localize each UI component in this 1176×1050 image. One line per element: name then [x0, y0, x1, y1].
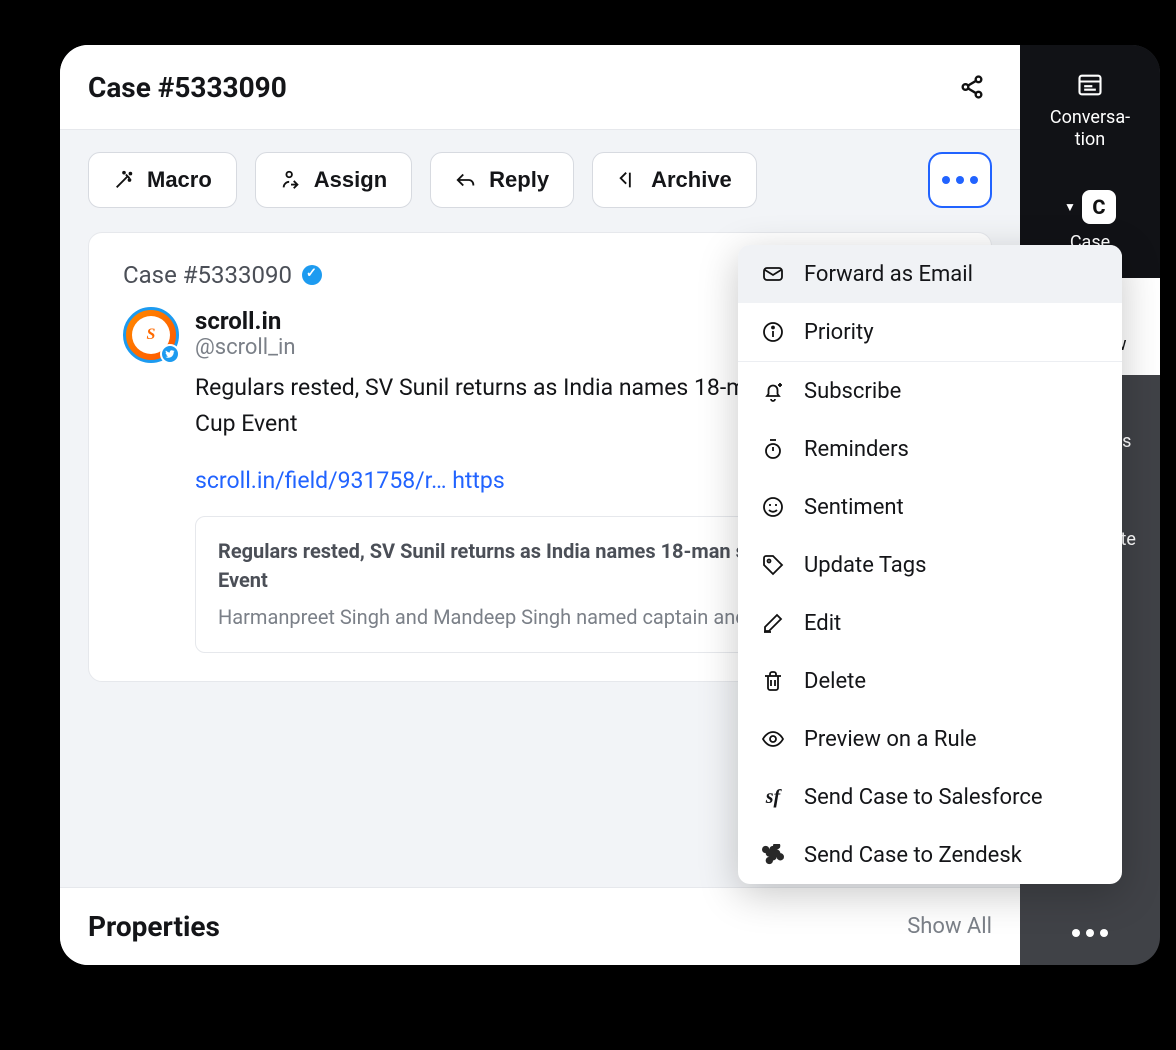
side-nav-top: Conversa- tion ▼ C Case — [1020, 45, 1160, 278]
menu-reminders[interactable]: Reminders — [738, 420, 1020, 478]
page-title: Case #5333090 — [88, 71, 287, 104]
info-icon — [760, 319, 786, 345]
menu-delete[interactable]: Delete — [738, 652, 1020, 710]
tag-icon — [760, 552, 786, 578]
case-badge-icon: C — [1082, 190, 1116, 224]
assign-button[interactable]: Assign — [255, 152, 412, 208]
menu-send-salesforce[interactable]: sf Send Case to Salesforce — [738, 768, 1020, 826]
nav-more[interactable] — [1020, 905, 1160, 965]
twitter-badge-icon — [160, 344, 180, 364]
timer-icon — [760, 436, 786, 462]
menu-send-zendesk[interactable]: Send Case to Zendesk — [738, 826, 1020, 884]
main-column: Case #5333090 Macro Assign — [60, 45, 1020, 965]
toolbar: Macro Assign Reply Archive — [60, 130, 1020, 230]
archive-button[interactable]: Archive — [592, 152, 757, 208]
reply-icon — [455, 169, 477, 191]
menu-subscribe[interactable]: Subscribe — [738, 362, 1020, 420]
reply-label: Reply — [489, 167, 549, 193]
smile-icon — [760, 494, 786, 520]
share-icon — [959, 74, 985, 100]
menu-sentiment[interactable]: Sentiment — [738, 478, 1020, 536]
bell-icon — [760, 378, 786, 404]
eye-icon — [760, 726, 786, 752]
menu-label: Edit — [804, 611, 841, 636]
menu-label: Send Case to Salesforce — [804, 785, 1020, 810]
assign-icon — [280, 169, 302, 191]
menu-label: Delete — [804, 669, 866, 694]
pencil-icon — [760, 610, 786, 636]
menu-label: Send Case to Zendesk — [804, 843, 1020, 868]
menu-label: Subscribe — [804, 379, 901, 404]
share-button[interactable] — [952, 67, 992, 107]
menu-label: Sentiment — [804, 495, 904, 520]
more-actions-menu: Forward as Email Priority Subscribe Remi — [738, 245, 1020, 884]
app-frame: Case #5333090 Macro Assign — [60, 45, 1160, 965]
archive-icon — [617, 169, 639, 191]
archive-label: Archive — [651, 167, 732, 193]
menu-preview-rule[interactable]: Preview on a Rule — [738, 710, 1020, 768]
menu-update-tags[interactable]: Update Tags — [738, 536, 1020, 594]
salesforce-icon: sf — [760, 784, 786, 810]
menu-label: Forward as Email — [804, 262, 973, 287]
menu-forward-email[interactable]: Forward as Email — [738, 245, 1020, 303]
tweet-link-2[interactable]: https — [452, 467, 505, 494]
verified-icon — [302, 265, 322, 285]
nav-conversation[interactable]: Conversa- tion — [1020, 67, 1160, 170]
mail-icon — [760, 261, 786, 287]
menu-label: Preview on a Rule — [804, 727, 977, 752]
show-all-link[interactable]: Show All — [907, 914, 992, 939]
tweet-link-1[interactable]: scroll.in/field/931758/r… — [195, 467, 446, 494]
conversation-icon — [1076, 71, 1104, 99]
more-icon — [1072, 929, 1108, 937]
menu-priority[interactable]: Priority — [738, 303, 1020, 361]
menu-label: Update Tags — [804, 553, 926, 578]
more-actions-button[interactable] — [928, 152, 992, 208]
macro-label: Macro — [147, 167, 212, 193]
trash-icon — [760, 668, 786, 694]
avatar: S — [123, 307, 179, 363]
menu-edit[interactable]: Edit — [738, 594, 1020, 652]
wand-icon — [113, 169, 135, 191]
nav-conversation-label: Conversa- tion — [1050, 107, 1130, 150]
macro-button[interactable]: Macro — [88, 152, 237, 208]
menu-label: Reminders — [804, 437, 909, 462]
properties-bar: Properties Show All — [60, 887, 1020, 965]
reply-button[interactable]: Reply — [430, 152, 574, 208]
assign-label: Assign — [314, 167, 387, 193]
properties-title: Properties — [88, 910, 220, 943]
more-icon — [942, 176, 978, 184]
zendesk-icon — [760, 842, 786, 868]
caret-down-icon: ▼ — [1064, 200, 1076, 214]
header: Case #5333090 — [60, 45, 1020, 130]
menu-label: Priority — [804, 320, 874, 345]
